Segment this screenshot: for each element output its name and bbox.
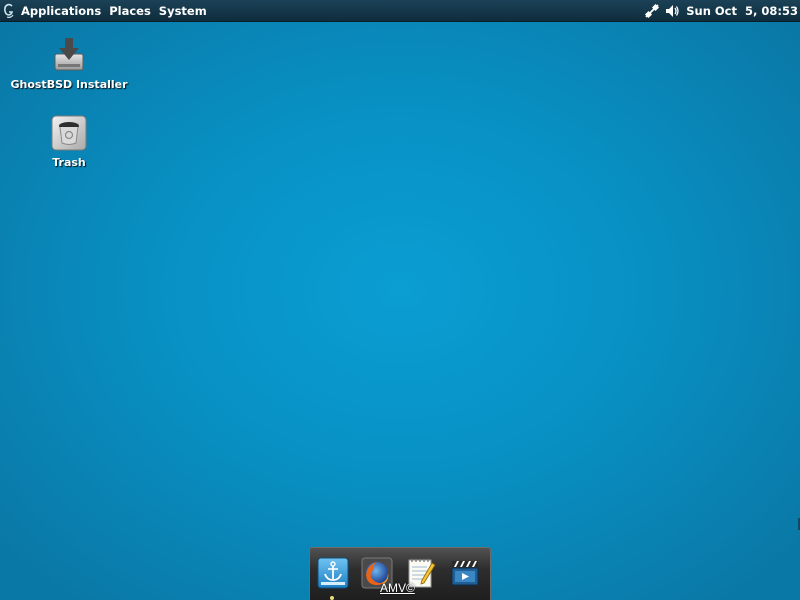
watermark: AMV© — [380, 581, 415, 595]
menu-places[interactable]: Places — [105, 1, 155, 21]
system-tray: Sun Oct 5, 08:53 — [643, 0, 800, 21]
network-icon[interactable] — [643, 2, 661, 20]
top-panel: Applications Places System Sun Oct 5, 08… — [0, 0, 800, 22]
desktop-icon-label: GhostBSD Installer — [10, 78, 128, 91]
anchor-launcher-icon[interactable] — [316, 556, 350, 590]
media-player-icon[interactable] — [448, 556, 482, 590]
desktop-icon-ghostbsd-installer[interactable]: GhostBSD Installer — [10, 36, 128, 91]
menu-applications[interactable]: Applications — [17, 1, 105, 21]
installer-drive-icon — [50, 36, 88, 74]
clock[interactable]: Sun Oct 5, 08:53 — [683, 4, 800, 18]
desktop-icon-label: Trash — [52, 156, 86, 169]
desktop-screen: Applications Places System Sun Oct 5, 08… — [0, 0, 800, 600]
dock-running-indicator — [330, 596, 334, 600]
volume-icon[interactable] — [663, 2, 681, 20]
ghostbsd-logo-icon[interactable] — [1, 1, 17, 21]
menu-system[interactable]: System — [155, 1, 211, 21]
trash-icon — [50, 114, 88, 152]
desktop-icon-trash[interactable]: Trash — [34, 114, 104, 169]
